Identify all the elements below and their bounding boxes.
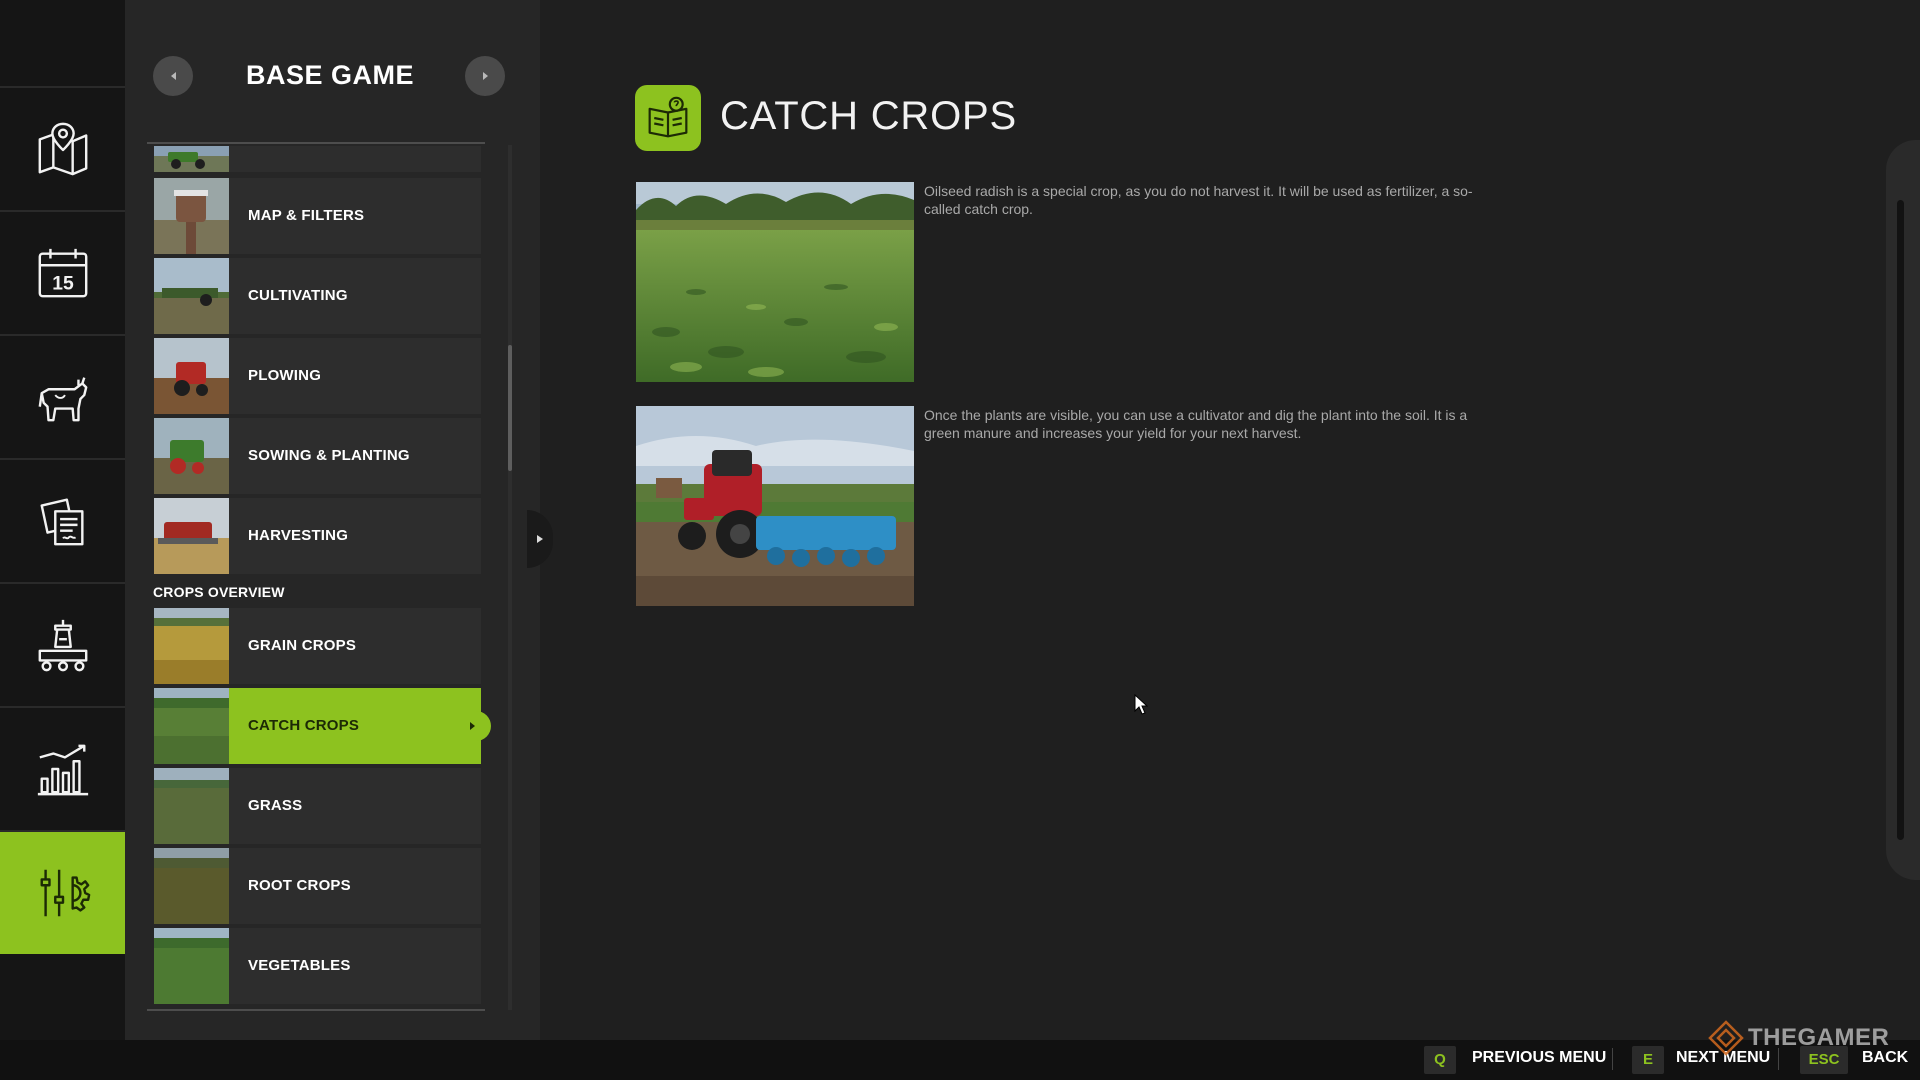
next-category-button[interactable] bbox=[465, 56, 505, 96]
list-item-label: SOWING & PLANTING bbox=[248, 447, 410, 464]
contracts-icon bbox=[40, 498, 84, 546]
calendar-icon: 15 bbox=[38, 248, 87, 298]
map-filters-thumbnail bbox=[154, 178, 229, 254]
list-item-label: GRAIN CROPS bbox=[248, 637, 357, 654]
production-icon bbox=[38, 619, 87, 672]
list-item-map-filters[interactable]: MAP & FILTERS bbox=[154, 178, 481, 254]
list-item-label: ROOT CROPS bbox=[248, 877, 351, 894]
page-title: CATCH CROPS bbox=[720, 94, 1017, 138]
list-item-partial[interactable] bbox=[154, 146, 481, 172]
list-item-label: CULTIVATING bbox=[248, 287, 348, 304]
list-item-grass[interactable]: GRASS bbox=[154, 768, 481, 844]
list-item-grain-crops[interactable]: GRAIN CROPS bbox=[154, 608, 481, 684]
rail-item-contracts[interactable] bbox=[0, 458, 125, 582]
list-item-label: VEGETABLES bbox=[248, 957, 351, 974]
list-item-catch-crops[interactable]: CATCH CROPS bbox=[154, 688, 491, 764]
rail-item-calendar[interactable]: 15 bbox=[0, 210, 125, 334]
selected-chevron-icon bbox=[461, 711, 491, 741]
collapse-panel-toggle[interactable] bbox=[527, 510, 553, 568]
help-menu-panel: BASE GAME MAP & FILTERS CULTIVATING PLOW… bbox=[125, 0, 540, 1040]
list-item-plowing[interactable]: PLOWING bbox=[154, 338, 481, 414]
map-icon bbox=[38, 122, 87, 176]
content-paragraph-2: Once the plants are visible, you can use… bbox=[924, 407, 1468, 441]
watermark-logo-icon bbox=[1708, 1020, 1744, 1056]
oilseed-radish-field-image bbox=[636, 182, 914, 382]
list-item-vegetables[interactable]: VEGETABLES bbox=[154, 928, 481, 1004]
rail-item-production[interactable] bbox=[0, 582, 125, 706]
watermark: THEGAMER bbox=[1708, 1020, 1889, 1056]
list-item-root-crops[interactable]: ROOT CROPS bbox=[154, 848, 481, 924]
list-item-label: GRASS bbox=[248, 797, 303, 814]
list-item-sowing-planting[interactable]: SOWING & PLANTING bbox=[154, 418, 481, 494]
harvesting-thumbnail bbox=[154, 498, 229, 574]
content-scrollbar[interactable] bbox=[1897, 200, 1904, 840]
list-item-label: HARVESTING bbox=[248, 527, 349, 544]
previous-category-button[interactable] bbox=[153, 56, 193, 96]
list-item-harvesting[interactable]: HARVESTING bbox=[154, 498, 481, 574]
tractor-cultivator-image bbox=[636, 406, 914, 606]
key-e-badge[interactable]: E bbox=[1632, 1046, 1664, 1074]
statistics-icon bbox=[37, 744, 88, 796]
content-paragraph-1: Oilseed radish is a special crop, as you… bbox=[924, 183, 1473, 217]
previous-menu-button[interactable]: PREVIOUS MENU bbox=[1472, 1049, 1606, 1067]
sowing-planting-thumbnail bbox=[154, 418, 229, 494]
rail-item-statistics[interactable] bbox=[0, 706, 125, 830]
rail-item-settings[interactable] bbox=[0, 830, 132, 954]
menu-scrollbar-track[interactable] bbox=[508, 145, 512, 1010]
key-q-badge[interactable]: Q bbox=[1424, 1046, 1456, 1074]
plowing-thumbnail bbox=[154, 338, 229, 414]
watermark-text: THEGAMER bbox=[1748, 1024, 1890, 1051]
vegetables-thumbnail bbox=[154, 928, 229, 1004]
menu-title: BASE GAME bbox=[245, 60, 415, 90]
calendar-day-text: 15 bbox=[52, 273, 74, 294]
list-item-label: PLOWING bbox=[248, 367, 322, 384]
menu-scrollbar-thumb[interactable] bbox=[508, 345, 512, 471]
partial-thumbnail-image bbox=[154, 146, 229, 172]
cow-icon bbox=[38, 377, 87, 422]
catch-crops-thumbnail bbox=[154, 688, 229, 764]
divider bbox=[1612, 1048, 1613, 1070]
root-crops-thumbnail bbox=[154, 848, 229, 924]
list-item-cultivating[interactable]: CULTIVATING bbox=[154, 258, 481, 334]
section-heading-crops-overview: CROPS OVERVIEW bbox=[153, 584, 285, 600]
arrow-left-icon bbox=[170, 72, 176, 80]
arrow-right-icon bbox=[482, 72, 488, 80]
list-bottom-divider bbox=[147, 1009, 485, 1011]
mouse-pointer-icon bbox=[1134, 694, 1148, 715]
side-navigation-rail: 15 bbox=[0, 0, 132, 1040]
settings-sliders-icon bbox=[40, 869, 90, 917]
list-item-label: MAP & FILTERS bbox=[248, 207, 365, 224]
rail-item-animals[interactable] bbox=[0, 334, 125, 458]
list-top-divider bbox=[147, 142, 485, 144]
list-item-label: CATCH CROPS bbox=[248, 717, 360, 734]
rail-item-map[interactable] bbox=[0, 86, 125, 210]
cultivating-thumbnail bbox=[154, 258, 229, 334]
grain-crops-thumbnail bbox=[154, 608, 229, 684]
help-book-icon bbox=[635, 85, 701, 151]
grass-thumbnail bbox=[154, 768, 229, 844]
